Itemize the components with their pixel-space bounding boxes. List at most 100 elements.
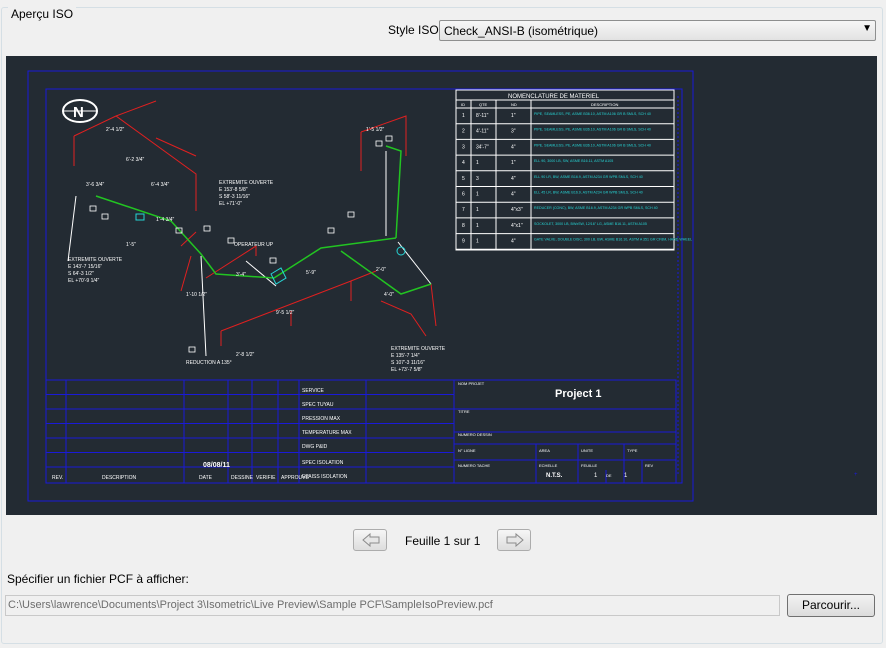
rev-h-0: REV. <box>52 475 63 481</box>
label-titre: TITRE <box>458 409 470 414</box>
label-type: TYPE <box>627 448 638 453</box>
arrow-right-icon <box>506 533 524 547</box>
field-3: TEMPERATURE MAX <box>302 430 352 436</box>
next-sheet-button[interactable] <box>497 529 531 551</box>
bom-header-id: ID <box>461 102 465 107</box>
bom-cell-qte: 1 <box>476 192 479 198</box>
label-nom-projet: NOM PROJET <box>458 381 485 386</box>
iso-style-dropdown[interactable]: Check_ANSI-B (isométrique) ▼ <box>439 20 876 41</box>
field-6: EPAISS ISOLATION <box>302 474 348 480</box>
bom-cell-id: 8 <box>462 223 465 229</box>
bom-cell-nd: 4" <box>511 144 516 150</box>
dim-12: 2'-0" <box>376 267 386 273</box>
bom-cell-nd: 3" <box>511 129 516 135</box>
sheet-a: 1 <box>594 473 598 479</box>
dim-2: 6'-4 3/4" <box>151 182 170 188</box>
ext-top-1: E 153'-8 5/8" <box>219 187 248 193</box>
field-2: PRESSION MAX <box>302 416 341 422</box>
pcf-file-label: Spécifier un fichier PCF à afficher: <box>7 572 189 586</box>
bom-cell-nd: 4"x1" <box>511 223 523 229</box>
title-block-text: REV. DESCRIPTION DATE DESSINE VERIFIE AP… <box>52 381 654 481</box>
bom-cell-id: 9 <box>462 239 465 245</box>
label-numero-dessin: NUMERO DESSIN <box>458 432 492 437</box>
sheet-b: 1 <box>624 473 628 479</box>
ext-top-3: EL +71'-0" <box>219 201 242 207</box>
north-label: N <box>73 104 84 121</box>
dim-5: 1'-5" <box>126 242 136 248</box>
field-1: SPEC TUYAU <box>302 402 334 408</box>
iso-drawing: + N NOMENCLATURE DE MATERIEL ID QTE ND D… <box>27 70 858 502</box>
bom-cell-id: 6 <box>462 192 465 198</box>
field-0: SERVICE <box>302 388 325 394</box>
label-unite: UNITE <box>581 448 593 453</box>
rev-h-4: VERIFIE <box>256 475 276 481</box>
reduction-note: REDUCTION A 135° <box>186 360 232 366</box>
label-area: AREA <box>539 448 550 453</box>
chevron-down-icon: ▼ <box>862 23 872 34</box>
bom-cell-id: 4 <box>462 160 465 166</box>
bom-cell-desc: PIPE, SEAMLESS, PE, ASME B36.10, ASTM A1… <box>534 143 651 147</box>
ext-left-2: S 64'-3 1/2" <box>68 271 94 277</box>
bom-cell-id: 5 <box>462 176 465 182</box>
scale-value: N.T.S. <box>546 473 563 479</box>
label-echelle: ECHELLE <box>539 463 558 468</box>
iso-style-row: Style ISO: Check_ANSI-B (isométrique) ▼ <box>0 20 886 42</box>
bom-cell-nd: 4" <box>511 176 516 182</box>
bom-cell-desc: ELL 90 LR, BW, ASME B16.9, ASTM A234 GR … <box>534 175 643 179</box>
iso-drawing-preview[interactable]: + N NOMENCLATURE DE MATERIEL ID QTE ND D… <box>6 56 877 515</box>
ext-left-1: E 143'-7 15/16" <box>68 264 102 270</box>
dim-3: 3'-6 3/4" <box>86 182 105 188</box>
drawing-annotations: EXTREMITE OUVERTE E 153'-8 5/8" S 58'-3 … <box>68 127 446 373</box>
bom-title: NOMENCLATURE DE MATERIEL <box>508 94 600 100</box>
bom-header-desc: DESCRIPTION <box>591 102 618 107</box>
bom-cell-qte: 3 <box>476 176 479 182</box>
ext-top-0: EXTREMITE OUVERTE <box>219 180 274 186</box>
bom-cell-id: 7 <box>462 207 465 213</box>
bom-cell-qte: 8'-11" <box>476 113 489 119</box>
label-numero-tache: NUMERO TACHE <box>458 463 490 468</box>
bom-cell-desc: GATE VALVE, DOUBLE DISC, 300 LB, BW, ASM… <box>534 238 692 242</box>
date-value: 08/08/11 <box>203 462 230 469</box>
sheet-label: Feuille 1 sur 1 <box>405 534 481 548</box>
project-name: Project 1 <box>555 388 601 400</box>
pipe-isometric <box>67 100 437 357</box>
label-rev: REV <box>645 463 654 468</box>
bom-cell-qte: 4'-11" <box>476 129 489 135</box>
rev-h-1: DESCRIPTION <box>102 475 137 481</box>
bom-cell-nd: 4"x3" <box>511 207 523 213</box>
dim-6: 5'-9" <box>306 270 316 276</box>
ext-right-1: E 135'-7 1/4" <box>391 353 420 359</box>
dim-0: 2'-4 1/2" <box>106 127 125 133</box>
previous-sheet-button[interactable] <box>353 529 387 551</box>
bom-cell-nd: 1" <box>511 160 516 166</box>
field-4: DWG P&ID <box>302 444 328 450</box>
iso-style-label: Style ISO: <box>388 23 443 37</box>
pcf-path-field[interactable]: C:\Users\lawrence\Documents\Project 3\Is… <box>5 595 780 616</box>
ext-left-3: EL +70'-9 1/4" <box>68 278 100 284</box>
operator-note: OPERATEUR UP <box>234 242 274 248</box>
label-no-ligne: N° LIGNE <box>458 448 476 453</box>
dim-7: 2'-8 1/2" <box>236 352 255 358</box>
svg-text:+: + <box>854 472 858 478</box>
north-arrow-icon: N <box>62 99 98 123</box>
bom-cell-nd: 4" <box>511 192 516 198</box>
bom-table: NOMENCLATURE DE MATERIEL ID QTE ND DESCR… <box>455 89 692 251</box>
bom-cell-desc: SOCKOLET, 3000 LB, BWxSW, 12/16" LG, ASM… <box>534 222 647 226</box>
sheet-navigation: Feuille 1 sur 1 <box>0 529 886 553</box>
bom-cell-desc: ELL 45 LR, BW, ASME B16.9, ASTM A234 GR … <box>534 191 643 195</box>
bom-header-qte: QTE <box>479 102 488 107</box>
iso-style-selected: Check_ANSI-B (isométrique) <box>444 24 599 38</box>
arrow-left-icon <box>362 533 380 547</box>
bom-cell-desc: REDUCER (CONC), BW, ASME B16.9, ASTM A23… <box>534 206 658 210</box>
bom-cell-desc: PIPE, SEAMLESS, PE, ASME B36.10, ASTM A1… <box>534 128 651 132</box>
browse-button[interactable]: Parcourir... <box>787 594 875 617</box>
ext-right-2: S 107'-3 11/16" <box>391 360 425 366</box>
bom-cell-qte: 1 <box>476 239 479 245</box>
ext-top-2: S 58'-3 11/16" <box>219 194 250 200</box>
bom-cell-nd: 4" <box>511 239 516 245</box>
bom-cell-qte: 1 <box>476 223 479 229</box>
ext-right-3: EL +73'-7 5/8" <box>391 367 423 373</box>
bom-cell-id: 2 <box>462 129 465 135</box>
bom-cell-desc: ELL 90, 3000 LB, SW, ASME B16.11, ASTM A… <box>534 159 613 163</box>
dim-8: 1'-10 1/2" <box>186 292 207 298</box>
